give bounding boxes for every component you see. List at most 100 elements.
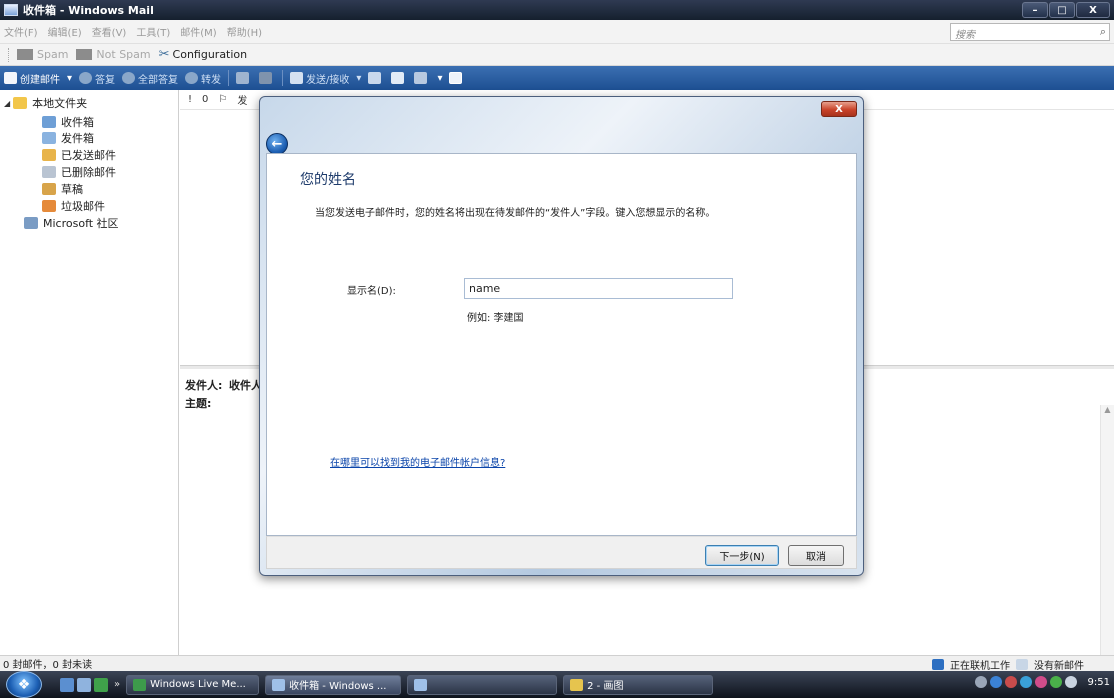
folder-icon bbox=[13, 97, 28, 109]
reply-icon bbox=[79, 72, 93, 84]
quick-launch-more[interactable]: » bbox=[114, 679, 120, 690]
create-mail-dropdown[interactable]: ▾ bbox=[67, 73, 72, 84]
reply-all-label: 全部答复 bbox=[138, 74, 179, 86]
not-spam-label: Not Spam bbox=[96, 48, 151, 61]
task-windows-mail[interactable]: 收件箱 - Windows ... bbox=[265, 674, 402, 695]
quicklaunch-app-icon[interactable] bbox=[94, 677, 108, 692]
task-label: 收件箱 - Windows ... bbox=[289, 681, 387, 692]
menu-tools[interactable]: 工具(T) bbox=[136, 24, 170, 39]
search-input[interactable]: 搜索 ⌕ bbox=[950, 23, 1110, 41]
not-spam-button[interactable]: Not Spam bbox=[76, 48, 151, 61]
spam-label: Spam bbox=[37, 48, 69, 61]
collapse-icon[interactable]: ◢ bbox=[4, 99, 10, 108]
search-placeholder: 搜索 bbox=[955, 30, 975, 41]
menu-help[interactable]: 帮助(H) bbox=[227, 24, 262, 39]
drafts-icon bbox=[42, 183, 56, 195]
sent-icon bbox=[42, 149, 56, 161]
send-receive-dropdown[interactable]: ▾ bbox=[356, 73, 361, 84]
preview-from-label: 发件人: bbox=[185, 379, 223, 392]
task-mail-dialog[interactable] bbox=[407, 674, 558, 695]
flag-column[interactable]: ⚐ bbox=[218, 94, 227, 105]
send-receive-button[interactable]: 发送/接收 bbox=[290, 71, 349, 86]
messenger-icon bbox=[133, 678, 147, 691]
window-controls: – □ X bbox=[1022, 2, 1110, 18]
close-button[interactable]: X bbox=[1076, 2, 1110, 18]
maximize-button[interactable]: □ bbox=[1049, 2, 1075, 18]
menu-message[interactable]: 邮件(M) bbox=[180, 24, 216, 39]
reply-all-icon bbox=[122, 72, 136, 84]
display-name-field[interactable] bbox=[464, 278, 733, 299]
window-title: 收件箱 - Windows Mail bbox=[23, 4, 154, 17]
outbox-icon bbox=[42, 132, 56, 144]
folder-sent[interactable]: 已发送邮件 bbox=[42, 147, 116, 163]
find-dropdown[interactable]: ▾ bbox=[437, 73, 442, 84]
app-tray-icon[interactable] bbox=[1034, 676, 1047, 688]
help-icon[interactable] bbox=[989, 676, 1002, 688]
taskbar: ❖ » Windows Live Me... 收件箱 - Windows ...… bbox=[0, 671, 1114, 698]
toolbar-grip[interactable] bbox=[8, 47, 11, 62]
minimize-button[interactable]: – bbox=[1022, 2, 1048, 18]
layout-button[interactable] bbox=[449, 72, 465, 84]
back-arrow-icon[interactable]: ← bbox=[266, 133, 288, 155]
security-icon[interactable] bbox=[1004, 676, 1017, 688]
volume-icon[interactable] bbox=[1064, 676, 1077, 688]
delete-button[interactable] bbox=[259, 72, 275, 84]
preview-scrollbar[interactable]: ▲ bbox=[1100, 405, 1114, 655]
cancel-button[interactable]: 取消 bbox=[788, 545, 844, 566]
folder-drafts[interactable]: 草稿 bbox=[42, 181, 83, 197]
mail-app-icon bbox=[4, 4, 18, 16]
forward-label: 转发 bbox=[201, 74, 222, 86]
spam-button[interactable]: Spam bbox=[17, 48, 68, 61]
attachment-column[interactable]: 0 bbox=[202, 94, 208, 105]
next-button[interactable]: 下一步(N) bbox=[705, 545, 779, 566]
paint-icon bbox=[570, 678, 584, 691]
folder-label: 草稿 bbox=[61, 183, 83, 196]
folder-junk[interactable]: 垃圾邮件 bbox=[42, 198, 105, 214]
folder-inbox[interactable]: 收件箱 bbox=[42, 114, 94, 130]
folder-deleted[interactable]: 已删除邮件 bbox=[42, 164, 116, 180]
find-button[interactable] bbox=[414, 72, 430, 84]
network-icon[interactable] bbox=[1049, 676, 1062, 688]
menu-view[interactable]: 查看(V) bbox=[92, 24, 127, 39]
menu-file[interactable]: 文件(F) bbox=[4, 24, 38, 39]
find-icon bbox=[414, 72, 428, 84]
scroll-up-icon[interactable]: ▲ bbox=[1101, 405, 1114, 414]
start-button[interactable]: ❖ bbox=[6, 671, 42, 698]
task-paint[interactable]: 2 - 画图 bbox=[563, 674, 714, 695]
dialog-footer: 下一步(N) 取消 bbox=[266, 536, 857, 569]
search-icon[interactable]: ⌕ bbox=[1100, 25, 1106, 39]
dialog-close-button[interactable]: X bbox=[821, 101, 857, 117]
menu-edit[interactable]: 编辑(E) bbox=[48, 24, 82, 39]
spam-icon bbox=[17, 49, 33, 60]
folder-local[interactable]: ◢ 本地文件夹 bbox=[4, 95, 87, 111]
from-column[interactable]: 发 bbox=[237, 92, 247, 107]
community-icon bbox=[24, 217, 38, 229]
account-setup-dialog: X ← 您的姓名 当您发送电子邮件时，您的姓名将出现在待发邮件的“发件人”字段。… bbox=[259, 96, 864, 576]
priority-column[interactable]: ! bbox=[188, 94, 192, 105]
contacts-button[interactable] bbox=[368, 72, 384, 84]
folder-label: 本地文件夹 bbox=[32, 97, 88, 110]
online-icon bbox=[932, 659, 944, 670]
messenger-tray-icon[interactable] bbox=[1019, 676, 1032, 688]
folder-label: 已发送邮件 bbox=[61, 149, 116, 162]
folder-community[interactable]: Microsoft 社区 bbox=[24, 215, 119, 231]
window-titlebar: 收件箱 - Windows Mail – □ X bbox=[0, 0, 1114, 20]
folder-pane: ◢ 本地文件夹 收件箱 发件箱 已发送邮件 已删除邮件 草稿 垃圾邮件 Micr… bbox=[0, 90, 179, 655]
reply-all-button[interactable]: 全部答复 bbox=[122, 71, 178, 86]
calendar-button[interactable] bbox=[391, 72, 407, 84]
clock[interactable]: 9:51 bbox=[1088, 677, 1110, 688]
create-mail-button[interactable]: 创建邮件 bbox=[4, 71, 60, 86]
task-windows-live[interactable]: Windows Live Me... bbox=[126, 674, 260, 695]
configuration-button[interactable]: ✂ Configuration bbox=[159, 47, 248, 62]
forward-button[interactable]: 转发 bbox=[185, 71, 221, 86]
folder-outbox[interactable]: 发件箱 bbox=[42, 130, 94, 146]
keyboard-icon[interactable] bbox=[974, 676, 987, 688]
print-button[interactable] bbox=[236, 72, 252, 84]
new-mail-status: 没有新邮件 bbox=[1034, 661, 1084, 672]
account-info-help-link[interactable]: 在哪里可以找到我的电子邮件帐户信息? bbox=[330, 454, 505, 469]
reply-button[interactable]: 答复 bbox=[79, 71, 115, 86]
tools-icon: ✂ bbox=[158, 47, 170, 62]
switch-windows-icon[interactable] bbox=[77, 677, 91, 692]
task-label: 2 - 画图 bbox=[587, 681, 624, 692]
show-desktop-icon[interactable] bbox=[60, 677, 74, 692]
